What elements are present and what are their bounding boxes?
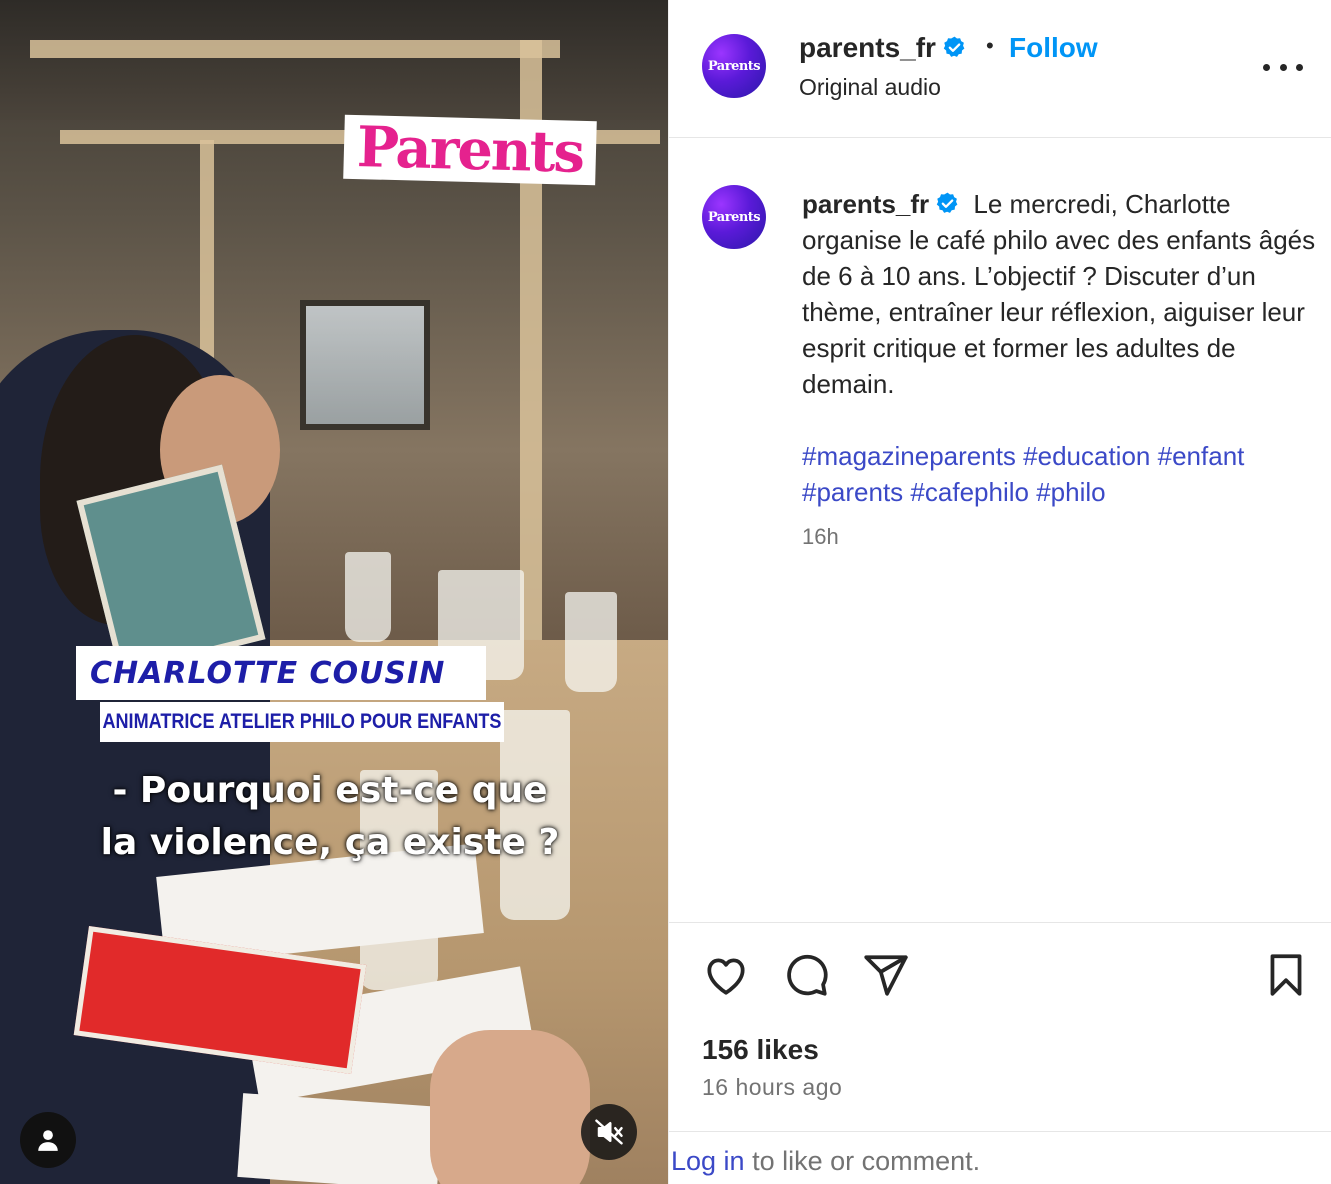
video-background [500,710,570,920]
name-caption-text: CHARLOTTE COUSIN [90,655,446,691]
caption-text: Le mercredi, Charlotte organise le café … [802,189,1316,399]
comment-button[interactable] [781,950,831,1000]
hashtag-link[interactable]: #enfant [1158,441,1245,471]
video-background [345,552,391,642]
video-background [0,0,668,120]
role-caption-card: ANIMATRICE ATELIER PHILO POUR ENFANTS [100,702,504,742]
hashtag-link[interactable]: #philo [1036,477,1105,507]
verified-badge-icon [942,35,967,60]
parents-logo-text: Parents [356,114,584,186]
share-button[interactable] [861,950,911,1000]
author-avatar[interactable]: Parents [702,34,766,98]
post-time-ago: 16 hours ago [702,1074,843,1100]
login-link[interactable]: Log in [671,1146,745,1176]
video-player[interactable]: Parents CHARLOTTE COUSIN ANIMATRICE ATEL… [0,0,668,1184]
video-background [237,1093,443,1184]
caption-author-avatar[interactable]: Parents [702,185,766,249]
actions-divider [669,922,1331,923]
avatar-logo-text: Parents [707,58,761,74]
verified-badge-icon [935,191,960,216]
action-bar [669,950,1331,1006]
bookmark-icon [1270,954,1302,996]
name-caption-card: CHARLOTTE COUSIN [76,646,486,700]
caption-timestamp: 16h [802,524,839,549]
avatar-logo-text: Parents [707,209,761,225]
likes-count[interactable]: 156 likes [702,1034,819,1066]
login-prompt: Log in to like or comment. [671,1146,980,1177]
post-header: Parents parents_fr • Follow Original aud… [669,0,1331,138]
save-button[interactable] [1261,950,1311,1000]
instagram-post: Parents CHARLOTTE COUSIN ANIMATRICE ATEL… [0,0,1331,1184]
footer-divider [669,1131,1331,1132]
more-options-icon[interactable] [1263,52,1303,82]
hashtag-link[interactable]: #magazineparents [802,441,1016,471]
caption-hashtags: #magazineparents #education #enfant #par… [802,438,1317,510]
separator-dot: • [986,33,994,58]
role-caption-text: ANIMATRICE ATELIER PHILO POUR ENFANTS [102,710,502,733]
post-side-panel: Parents parents_fr • Follow Original aud… [668,0,1331,1184]
login-prompt-text: to like or comment. [744,1146,981,1176]
heart-icon [707,958,745,995]
like-button[interactable] [701,950,751,1000]
comment-icon [787,954,828,996]
hashtag-link[interactable]: #education [1023,441,1150,471]
mute-toggle-button[interactable] [581,1104,637,1160]
hashtag-link[interactable]: #cafephilo [910,477,1029,507]
author-username-text[interactable]: parents_fr [799,32,936,63]
video-background [565,592,617,692]
original-audio-link[interactable]: Original audio [799,74,941,101]
more-dot [1296,63,1303,71]
more-dot [1263,63,1270,71]
share-icon [864,955,908,996]
more-dot [1279,63,1287,71]
video-background [30,40,560,58]
tagged-users-button[interactable] [20,1112,76,1168]
caption-username[interactable]: parents_fr [802,189,929,219]
post-caption: parents_fr Le mercredi, Charlotte organi… [802,186,1317,402]
video-background [300,300,430,430]
muted-speaker-icon [595,1119,623,1145]
author-username[interactable]: parents_fr [799,32,967,64]
video-background [430,1030,590,1184]
hashtag-link[interactable]: #parents [802,477,903,507]
video-subtitle-line-1: - Pourquoi est-ce que [112,770,548,811]
follow-button[interactable]: Follow [1009,32,1098,64]
user-icon [38,1130,58,1151]
video-subtitle-line-2: la violence, ça existe ? [100,822,560,863]
parents-logo-overlay: Parents [343,114,597,186]
